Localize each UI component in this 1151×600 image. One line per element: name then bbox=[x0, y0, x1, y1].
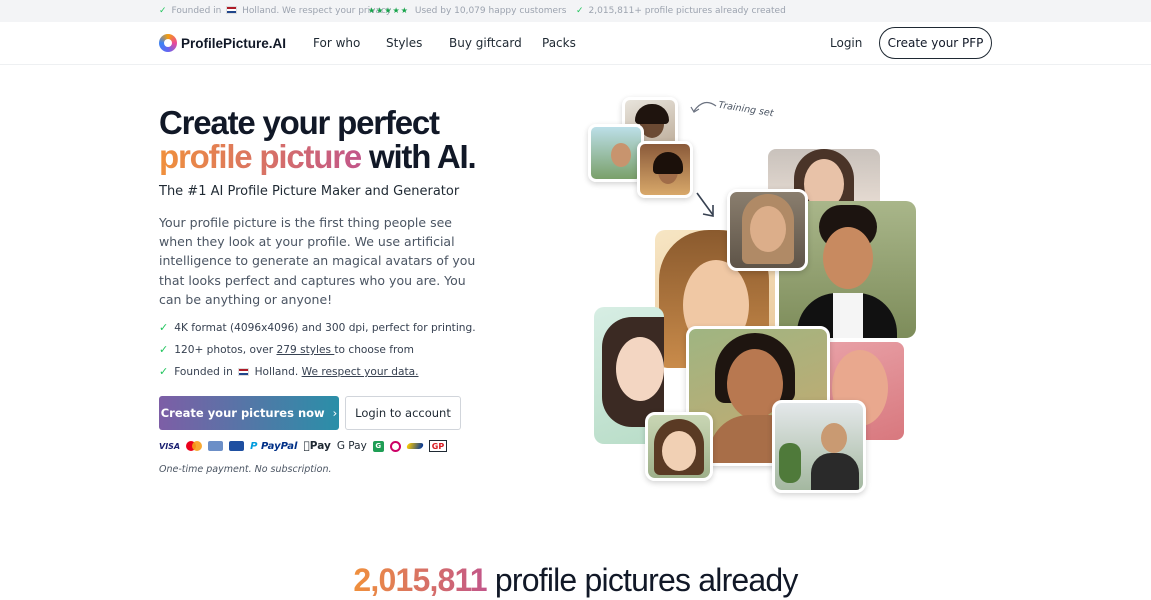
payment-note: One-time payment. No subscription. bbox=[159, 464, 332, 475]
down-arrow-icon bbox=[696, 192, 714, 217]
styles-link[interactable]: 279 styles bbox=[276, 344, 334, 356]
paypal-wordmark: PayPal bbox=[260, 440, 298, 452]
face-shape bbox=[662, 431, 696, 471]
face-shape bbox=[804, 159, 844, 205]
created-count-notice: ✓ 2,015,811+ profile pictures already cre… bbox=[576, 6, 786, 16]
hero-description: Your profile picture is the first thing … bbox=[159, 215, 476, 307]
feature-text: 4K format (4096x4096) and 300 dpi, perfe… bbox=[174, 322, 476, 334]
plant-shape bbox=[779, 443, 801, 483]
mastercard-icon bbox=[186, 441, 203, 451]
nav-link-buy-giftcard[interactable]: Buy giftcard bbox=[449, 36, 522, 50]
hero-title-highlight: profile picture bbox=[159, 138, 362, 175]
camera-lens-logo-icon bbox=[159, 34, 177, 52]
training-set-label: Training set bbox=[717, 99, 775, 120]
feature-item: ✓ Founded in Holland. We respect your dat… bbox=[159, 365, 419, 378]
face-shape bbox=[611, 143, 631, 167]
nav-link-styles[interactable]: Styles bbox=[386, 36, 422, 50]
announcement-bar: ✓ Founded in Holland. We respect your pri… bbox=[0, 0, 1151, 22]
netherlands-flag-icon bbox=[238, 368, 250, 376]
amex-icon bbox=[229, 441, 245, 451]
privacy-data-link[interactable]: We respect your data. bbox=[302, 366, 419, 378]
chevron-right-icon: › bbox=[332, 406, 338, 420]
result-photo-cafe bbox=[772, 400, 866, 493]
create-pfp-button[interactable]: Create your PFP bbox=[879, 27, 992, 59]
google-pay-icon: G Pay bbox=[330, 440, 367, 452]
payment-methods: VISA P PayPal  Pay G Pay G GP bbox=[159, 439, 448, 453]
swish-icon bbox=[405, 443, 424, 449]
shoulders-shape bbox=[811, 453, 859, 490]
star-rating-icon: ★★★★★ bbox=[368, 6, 409, 15]
check-icon: ✓ bbox=[159, 6, 167, 16]
visa-icon: VISA bbox=[159, 441, 181, 451]
gopay-icon: GP bbox=[428, 440, 448, 452]
netherlands-flag-icon bbox=[226, 6, 238, 14]
feature-text: Founded in bbox=[174, 366, 233, 378]
stats-count: 2,015,811 bbox=[353, 562, 487, 598]
paypal-icon: P PayPal bbox=[250, 440, 297, 452]
login-account-button[interactable]: Login to account bbox=[345, 396, 461, 430]
giropay-icon: G bbox=[372, 440, 384, 452]
apple-pay-icon:  Pay bbox=[303, 440, 330, 452]
logo[interactable]: ProfilePicture.AI bbox=[159, 34, 286, 52]
hero-title: Create your perfect profile picture with… bbox=[159, 104, 477, 175]
founded-text: Founded in bbox=[171, 6, 222, 16]
stats-headline: 2,015,811 profile pictures already bbox=[0, 562, 1151, 599]
login-link[interactable]: Login bbox=[830, 36, 862, 50]
customer-rating: ★★★★★ Used by 10,079 happy customers bbox=[368, 6, 566, 16]
face-shape bbox=[616, 337, 664, 401]
maestro-icon bbox=[208, 441, 224, 451]
result-photo-portrait bbox=[727, 189, 808, 271]
hair-shape bbox=[653, 152, 683, 174]
feature-text: 120+ photos, over bbox=[174, 344, 277, 356]
training-photo bbox=[588, 124, 644, 182]
paypal-mark: P bbox=[250, 440, 258, 452]
created-count-text: 2,015,811+ profile pictures already crea… bbox=[588, 6, 786, 16]
privacy-notice: ✓ Founded in Holland. We respect your pri… bbox=[159, 6, 391, 16]
brand-name: ProfilePicture.AI bbox=[181, 35, 287, 51]
face-shape bbox=[821, 423, 847, 453]
used-by-text: Used by 10,079 happy customers bbox=[414, 6, 567, 16]
feature-item: ✓ 120+ photos, over 279 styles to choose … bbox=[159, 343, 414, 356]
check-icon: ✓ bbox=[159, 365, 169, 378]
hero-subtitle: The #1 AI Profile Picture Maker and Gene… bbox=[159, 184, 460, 199]
feature-text: Holland. bbox=[254, 366, 302, 378]
check-icon: ✓ bbox=[159, 343, 169, 356]
check-icon: ✓ bbox=[159, 321, 169, 334]
feature-item: ✓ 4K format (4096x4096) and 300 dpi, perf… bbox=[159, 321, 476, 334]
apple-pay-wordmark: Pay bbox=[303, 440, 331, 452]
nav-link-packs[interactable]: Packs bbox=[542, 36, 576, 50]
curved-arrow-icon bbox=[690, 101, 717, 113]
hero-title-line1: Create your perfect bbox=[159, 104, 440, 141]
ideal-icon bbox=[389, 440, 401, 452]
training-photo bbox=[637, 141, 693, 198]
nav-link-for-who[interactable]: For who bbox=[313, 36, 360, 50]
create-pictures-label: Create your pictures now bbox=[160, 406, 325, 420]
face-shape bbox=[823, 227, 873, 289]
hero-title-line2: with AI. bbox=[361, 138, 477, 175]
create-pictures-button[interactable]: Create your pictures now › bbox=[159, 396, 339, 430]
main-navbar: ProfilePicture.AI For who Styles Buy gif… bbox=[0, 22, 1151, 65]
shirt-shape bbox=[833, 293, 863, 338]
result-photo-anime-small bbox=[645, 412, 713, 481]
feature-text: to choose from bbox=[334, 344, 414, 356]
check-icon: ✓ bbox=[576, 6, 584, 16]
hair-shape bbox=[635, 104, 669, 124]
face-shape bbox=[750, 206, 786, 252]
stats-text: profile pictures already bbox=[486, 562, 799, 598]
